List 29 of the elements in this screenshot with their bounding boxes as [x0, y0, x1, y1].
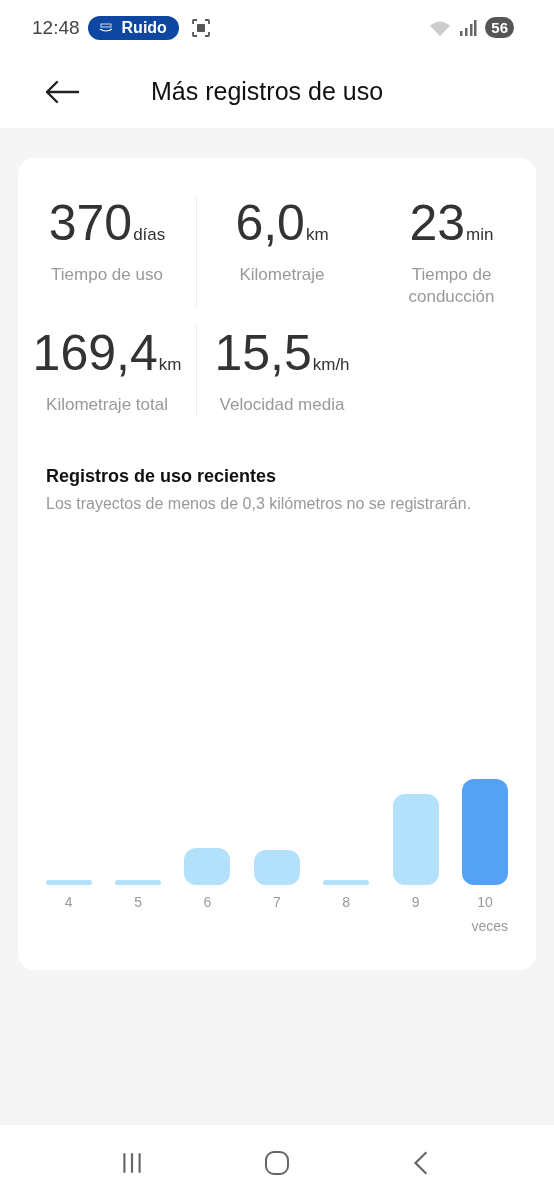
stat-value: 15,5 km/h [214, 326, 350, 383]
back-arrow-icon[interactable] [44, 79, 80, 104]
stat-value: 370 días [48, 196, 166, 253]
battery-level: 56 [485, 17, 514, 38]
stat-label: Velocidad media [219, 394, 345, 416]
stat-label: Kilometraje total [46, 394, 168, 416]
axis-unit: veces [471, 918, 508, 934]
axis-label: 5 [134, 894, 142, 910]
screenshot-icon [190, 17, 211, 38]
signal-icon [459, 18, 478, 37]
axis-label: 9 [411, 894, 420, 910]
stat-value: 23 min [409, 196, 494, 253]
page-title: Más registros de uso [151, 77, 384, 106]
axis-label: 7 [272, 894, 281, 910]
section-title: Registros de uso recientes [46, 466, 278, 487]
axis-label: 10 [477, 894, 493, 910]
stat-label: Tiempo de conducción [407, 264, 496, 308]
status-pill: Ruido [87, 15, 179, 40]
stat-value: 6,0 km [235, 196, 329, 253]
stat-label: Tiempo de uso [51, 264, 163, 286]
axis-label: 8 [342, 894, 351, 910]
logo-icon [97, 22, 114, 33]
home-icon[interactable] [264, 1149, 290, 1176]
stat-label: Kilometraje [239, 264, 325, 286]
status-time: 12:48 [32, 16, 80, 39]
section-note: Los trayectos de menos de 0,3 kilómetros no se registrarán. [46, 494, 473, 514]
stat-value: 169,4km [32, 326, 182, 383]
axis-label: 6 [203, 894, 212, 910]
axis-label: 4 [64, 894, 73, 910]
